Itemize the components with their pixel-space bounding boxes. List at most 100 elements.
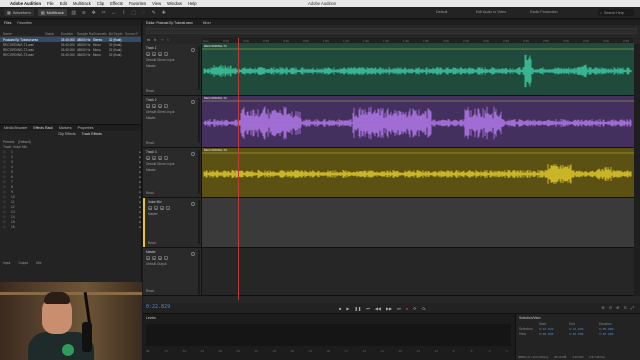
menu-file[interactable]: File [47,1,54,6]
zoom-in-amplitude-icon[interactable]: ⊕ [601,305,604,310]
track-input[interactable]: Default Stereo Input [146,58,198,62]
mute-button[interactable]: M [146,52,150,57]
volume-knob-icon[interactable] [191,252,195,256]
track-eq-icon[interactable]: ≈ [167,38,169,42]
solo-button[interactable]: S [152,52,156,57]
file-row[interactable]: RECORDING-T2.wav 03:40.000 48000 Hz Mono… [0,47,141,52]
mute-button[interactable]: M [146,256,150,261]
track-header[interactable]: Track 1 M S R I Default Stereo Input Master Rea… [143,44,202,95]
menu-help[interactable]: Help [188,1,197,6]
menu-favorites[interactable]: Favorites [129,1,146,6]
volume-knob-icon[interactable] [191,202,195,206]
record-arm-button[interactable]: R [160,206,164,211]
playhead[interactable] [238,38,239,300]
power-icon[interactable]: ⏻ [3,190,8,194]
power-icon[interactable]: ⏻ [3,215,8,219]
tab-editor[interactable]: Editor: Podcast Ep Tutorial.sesx [146,21,193,25]
volume-knob-icon[interactable] [191,48,195,52]
file-row[interactable]: RECORDING-T1.wav 03:40.000 48000 Hz Mono… [0,42,141,47]
automation-mode[interactable]: Read [146,289,154,293]
track-clip-area[interactable] [202,248,634,295]
zoom-out-amplitude-icon[interactable]: ⊖ [609,305,612,310]
power-icon[interactable]: ⏻ [3,185,8,189]
track-output[interactable]: Master [148,212,198,216]
monitor-input-button[interactable]: I [164,104,168,109]
tab-properties[interactable]: Properties [78,126,94,130]
power-icon[interactable]: ⏻ [3,205,8,209]
menu-multitrack[interactable]: Multitrack [73,1,91,6]
tab-files[interactable]: Files [4,21,11,25]
razor-tool-icon[interactable]: ✂ [101,10,107,16]
tab-media-browser[interactable]: Media Browser [4,126,27,130]
track-fx-icon[interactable]: fx [154,38,157,42]
menu-view[interactable]: View [152,1,161,6]
sv-selection-start[interactable]: 0:22.829 [539,327,569,331]
track-header[interactable]: Track 2 M S R I Default Stereo Input Master Rea… [143,96,202,147]
solo-button[interactable]: S [152,156,156,161]
column-channels[interactable]: Channels [93,32,109,36]
monitor-input-button[interactable]: I [164,52,168,57]
power-icon[interactable]: ⏻ [3,225,8,229]
record-icon[interactable]: ● [406,306,408,311]
track-input[interactable]: Default Stereo Input [146,110,198,114]
chevron-right-icon[interactable]: ▸ [139,180,141,184]
tab-favorites[interactable]: Favorites [17,21,31,25]
automation-mode[interactable]: Read [146,141,154,145]
file-row[interactable]: Podcast Ep Tutorial.sesx 03:40.000 48000… [0,37,141,42]
power-icon[interactable]: ⏻ [3,155,8,159]
track-output[interactable]: Master [146,64,198,68]
column-duration[interactable]: Duration [61,32,77,36]
menu-window[interactable]: Window [167,1,182,6]
record-arm-button[interactable]: R [158,52,162,57]
sv-view-end[interactable]: 3:40.000 [569,332,599,336]
chevron-right-icon[interactable]: ▸ [139,190,141,194]
effect-slot[interactable]: ⏻ 16 ▸ [0,224,141,229]
power-icon[interactable]: ⏻ [3,220,8,224]
workspace-radio-production[interactable]: Radio Production [530,10,558,14]
power-icon[interactable]: ⏻ [3,200,8,204]
brush-icon[interactable]: ✎ [151,10,157,16]
power-icon[interactable]: ⏻ [3,150,8,154]
chevron-right-icon[interactable]: ▸ [139,170,141,174]
monitor-input-button[interactable]: I [166,206,170,211]
play-icon[interactable]: ▶ [346,306,349,311]
chevron-right-icon[interactable]: ▸ [139,165,141,169]
menu-effects[interactable]: Effects [110,1,123,6]
chevron-right-icon[interactable]: ▸ [139,185,141,189]
mute-button[interactable]: M [146,156,150,161]
track-clip-area[interactable]: RECORDING-T3 [202,148,634,197]
record-arm-button[interactable]: R [158,156,162,161]
slip-tool-icon[interactable]: ↔ [111,10,117,16]
sv-view-start[interactable]: 0:00.000 [539,332,569,336]
lasso-icon[interactable]: ◌ [141,10,147,16]
chevron-right-icon[interactable]: ▸ [139,150,141,154]
workspace-default[interactable]: Default [436,10,447,14]
fast-forward-icon[interactable]: ▶▶ [386,306,392,311]
column-sample-rate[interactable]: Sample Rate [77,32,93,36]
volume-knob-icon[interactable] [191,152,195,156]
sv-view-duration[interactable]: 3:40.000 [599,332,629,336]
rewind-icon[interactable]: ◀◀ [375,306,381,311]
skip-icon[interactable]: ⤼ [422,306,426,311]
track-output[interactable]: Master [146,116,198,120]
column-source-format[interactable]: Source F [125,32,141,36]
track-io-icon[interactable]: ⇆ [147,38,150,42]
record-arm-button[interactable]: R [158,104,162,109]
track-header[interactable]: Master M S R I Default Output Read [143,248,202,295]
tab-mixer[interactable]: Mixer [203,21,211,25]
spot-heal-icon[interactable]: ✚ [161,10,167,16]
zoom-navigator[interactable] [146,28,637,34]
menu-edit[interactable]: Edit [60,1,67,6]
tab-effects-rack[interactable]: Effects Rack [33,126,53,130]
record-arm-button[interactable]: R [158,256,162,261]
automation-mode[interactable]: Read [146,89,154,93]
automation-mode[interactable]: Read [146,191,154,195]
track-output[interactable]: Default Output [146,262,198,266]
chevron-right-icon[interactable]: ▸ [139,220,141,224]
pause-icon[interactable]: ❚❚ [355,306,362,311]
solo-button[interactable]: S [154,206,158,211]
go-end-icon[interactable]: ⏭ [397,306,401,311]
monitor-input-button[interactable]: I [164,256,168,261]
sv-selection-end[interactable]: 0:22.829 [569,327,599,331]
waveform-mode-button[interactable]: ▦ Waveform [4,9,34,16]
